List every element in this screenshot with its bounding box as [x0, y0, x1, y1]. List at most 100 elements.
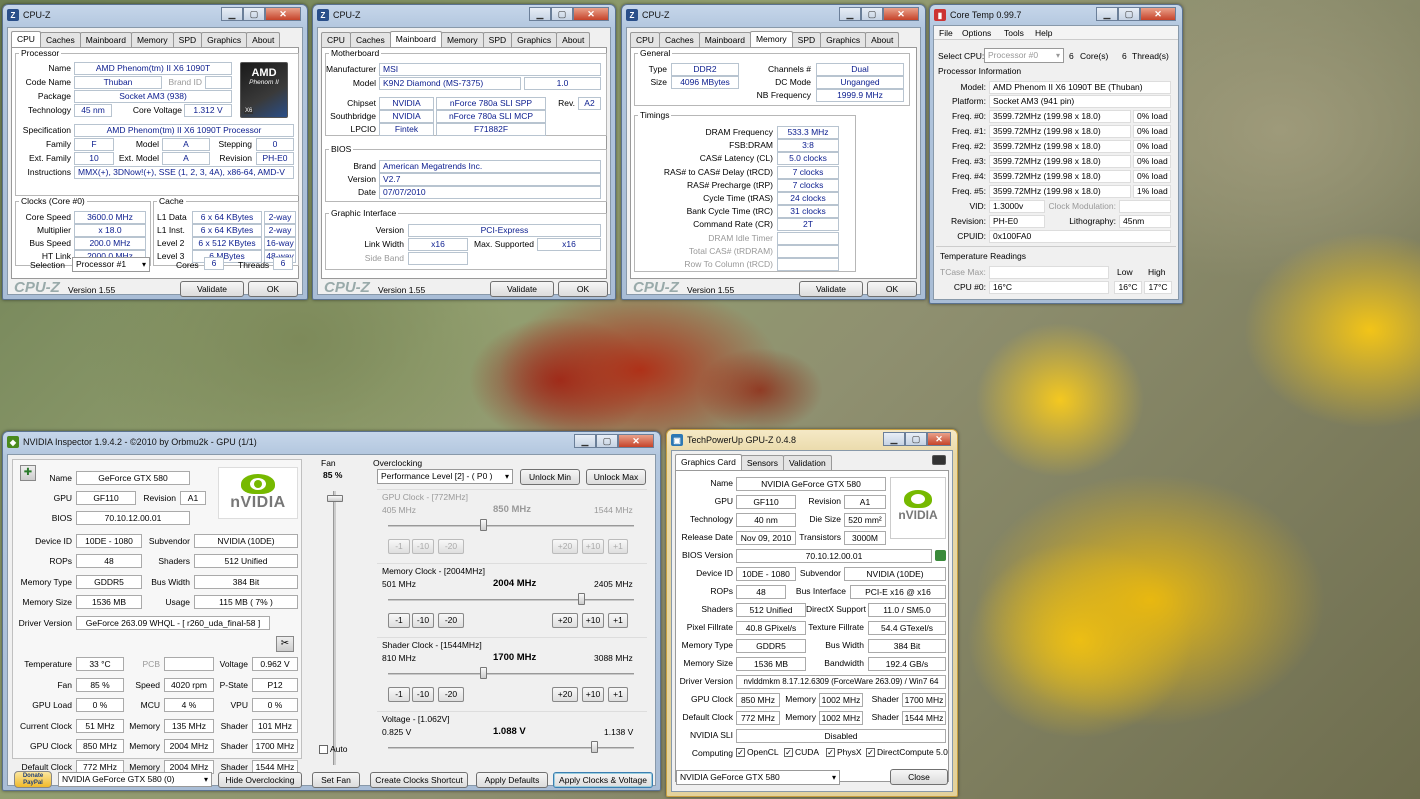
- menu-file[interactable]: File: [939, 28, 953, 38]
- tab-memory[interactable]: Memory: [440, 32, 484, 48]
- maximize-button[interactable]: ▢: [243, 7, 265, 21]
- validate-button[interactable]: Validate: [799, 281, 863, 297]
- tab-mainboard[interactable]: Mainboard: [698, 32, 751, 48]
- tab-graphics[interactable]: Graphics: [201, 32, 248, 48]
- apply-defaults-button[interactable]: Apply Defaults: [476, 772, 548, 788]
- tab-cpu[interactable]: CPU: [321, 32, 351, 48]
- ok-button[interactable]: OK: [867, 281, 917, 297]
- close-button[interactable]: ✕: [927, 432, 951, 446]
- set-fan-button[interactable]: Set Fan: [312, 772, 360, 788]
- tab-caches[interactable]: Caches: [39, 32, 81, 48]
- tab-graphics-card[interactable]: Graphics Card: [675, 454, 742, 470]
- tab-memory[interactable]: Memory: [130, 32, 174, 48]
- tab-memory[interactable]: Memory: [749, 31, 793, 47]
- validate-button[interactable]: Validate: [490, 281, 554, 297]
- gpuclk-slider-thumb[interactable]: [479, 519, 487, 531]
- gpuclk-step-p1-button[interactable]: +1: [608, 539, 628, 554]
- shclk-step-p10-button[interactable]: +10: [582, 687, 604, 702]
- donate-paypal-button[interactable]: Donate PayPal: [14, 771, 52, 788]
- tab-about[interactable]: About: [865, 32, 900, 48]
- shclk-step-p20-button[interactable]: +20: [552, 687, 578, 702]
- minimize-button[interactable]: ▁: [839, 7, 861, 21]
- tab-graphics[interactable]: Graphics: [511, 32, 558, 48]
- close-button[interactable]: ✕: [883, 7, 919, 21]
- directcompute-checkbox[interactable]: ✓ DirectCompute 5.0: [866, 747, 948, 758]
- maximize-button[interactable]: ▢: [596, 434, 618, 448]
- maximize-button[interactable]: ▢: [1118, 7, 1140, 21]
- gpuclk-step-m1-button[interactable]: -1: [388, 539, 410, 554]
- tab-spd[interactable]: SPD: [172, 32, 203, 48]
- opencl-checkbox[interactable]: ✓ OpenCL: [736, 747, 779, 758]
- gpu-select[interactable]: NVIDIA GeForce GTX 580 (0): [58, 772, 212, 787]
- menu-tools[interactable]: Tools: [1004, 28, 1024, 38]
- validate-button[interactable]: Validate: [180, 281, 244, 297]
- title-bar[interactable]: Z CPU-Z ▁ ▢ ✕: [3, 5, 307, 25]
- close-button[interactable]: ✕: [1140, 7, 1176, 21]
- shclk-step-p1-button[interactable]: +1: [608, 687, 628, 702]
- memclk-step-p1-button[interactable]: +1: [608, 613, 628, 628]
- tab-caches[interactable]: Caches: [658, 32, 700, 48]
- tab-spd[interactable]: SPD: [791, 32, 822, 48]
- tab-cpu[interactable]: CPU: [630, 32, 660, 48]
- tab-about[interactable]: About: [556, 32, 591, 48]
- tab-caches[interactable]: Caches: [349, 32, 391, 48]
- title-bar[interactable]: Z CPU-Z ▁ ▢ ✕: [622, 5, 925, 25]
- select-cpu-dropdown[interactable]: Processor #0: [984, 48, 1064, 63]
- physx-checkbox[interactable]: ✓ PhysX: [826, 747, 862, 758]
- close-button[interactable]: ✕: [573, 7, 609, 21]
- minimize-button[interactable]: ▁: [529, 7, 551, 21]
- unlock-max-button[interactable]: Unlock Max: [586, 469, 646, 485]
- shclk-step-m20-button[interactable]: -20: [438, 687, 464, 702]
- cuda-checkbox[interactable]: ✓ CUDA: [784, 747, 819, 758]
- memclk-step-p10-button[interactable]: +10: [582, 613, 604, 628]
- title-bar[interactable]: ▣ TechPowerUp GPU-Z 0.4.8 ▁ ▢ ✕: [667, 430, 957, 450]
- menu-options[interactable]: Options: [962, 28, 991, 38]
- tab-mainboard[interactable]: Mainboard: [79, 32, 132, 48]
- shclk-step-m1-button[interactable]: -1: [388, 687, 410, 702]
- minimize-button[interactable]: ▁: [221, 7, 243, 21]
- minimize-button[interactable]: ▁: [883, 432, 905, 446]
- shclk-slider-thumb[interactable]: [479, 667, 487, 679]
- title-bar[interactable]: Z CPU-Z ▁ ▢ ✕: [313, 5, 615, 25]
- maximize-button[interactable]: ▢: [551, 7, 573, 21]
- maximize-button[interactable]: ▢: [861, 7, 883, 21]
- memclk-step-m20-button[interactable]: -20: [438, 613, 464, 628]
- minimize-button[interactable]: ▁: [574, 434, 596, 448]
- apply-clocks-voltage-button[interactable]: Apply Clocks & Voltage: [553, 772, 653, 788]
- minimize-button[interactable]: ▁: [1096, 7, 1118, 21]
- ok-button[interactable]: OK: [558, 281, 608, 297]
- create-clocks-shortcut-button[interactable]: Create Clocks Shortcut: [370, 772, 468, 788]
- tab-cpu[interactable]: CPU: [11, 31, 41, 47]
- ok-button[interactable]: OK: [248, 281, 298, 297]
- auto-checkbox[interactable]: Auto: [319, 744, 348, 755]
- tab-spd[interactable]: SPD: [482, 32, 513, 48]
- memclk-slider-thumb[interactable]: [578, 593, 586, 605]
- shclk-step-m10-button[interactable]: -10: [412, 687, 434, 702]
- tab-mainboard[interactable]: Mainboard: [389, 31, 442, 47]
- camera-icon[interactable]: [932, 455, 946, 465]
- memclk-step-m10-button[interactable]: -10: [412, 613, 434, 628]
- maximize-button[interactable]: ▢: [905, 432, 927, 446]
- memclk-step-m1-button[interactable]: -1: [388, 613, 410, 628]
- hide-overclocking-button[interactable]: Hide Overclocking: [218, 772, 302, 788]
- tab-validation[interactable]: Validation: [783, 455, 832, 471]
- bios-export-icon[interactable]: [935, 550, 946, 561]
- menu-help[interactable]: Help: [1035, 28, 1052, 38]
- gpuclk-step-p20-button[interactable]: +20: [552, 539, 578, 554]
- driver-settings-icon[interactable]: ✂: [276, 636, 294, 652]
- gpuclk-step-m10-button[interactable]: -10: [412, 539, 434, 554]
- title-bar[interactable]: ▮ Core Temp 0.99.7 ▁ ▢ ✕: [930, 5, 1182, 25]
- unlock-min-button[interactable]: Unlock Min: [520, 469, 580, 485]
- tab-graphics[interactable]: Graphics: [820, 32, 867, 48]
- close-button[interactable]: ✕: [618, 434, 654, 448]
- memclk-step-p20-button[interactable]: +20: [552, 613, 578, 628]
- processor-select[interactable]: Processor #1: [72, 257, 150, 272]
- gpuclk-step-p10-button[interactable]: +10: [582, 539, 604, 554]
- volt-slider-thumb[interactable]: [590, 741, 598, 753]
- card-select[interactable]: NVIDIA GeForce GTX 580: [676, 770, 840, 785]
- close-button[interactable]: ✕: [265, 7, 301, 21]
- tab-sensors[interactable]: Sensors: [740, 455, 784, 471]
- tab-about[interactable]: About: [246, 32, 281, 48]
- gpuclk-step-m20-button[interactable]: -20: [438, 539, 464, 554]
- title-bar[interactable]: ◆ NVIDIA Inspector 1.9.4.2 - ©2010 by Orb…: [3, 432, 660, 452]
